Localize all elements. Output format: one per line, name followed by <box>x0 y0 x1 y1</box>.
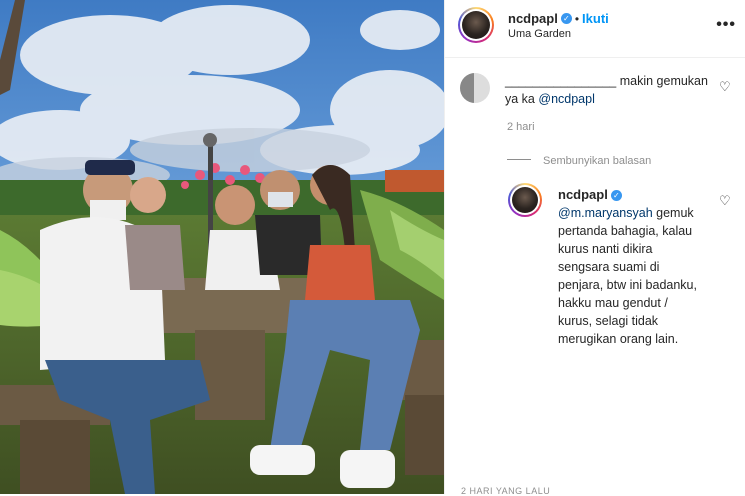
post-timestamp[interactable]: 2 HARI YANG LALU <box>461 486 550 496</box>
post-photo[interactable] <box>0 0 444 494</box>
author-avatar[interactable] <box>458 7 494 43</box>
verified-badge-icon: ✓ <box>610 190 622 202</box>
follow-button[interactable]: Ikuti <box>582 11 609 26</box>
comment-text-part2: ya ka <box>505 92 535 106</box>
reply-text-line5: penjara, btw ini badanku, <box>558 278 697 292</box>
reply-author-username[interactable]: ncdpapl <box>558 187 608 202</box>
reply-author-avatar[interactable] <box>508 183 542 217</box>
post-photo-illustration <box>0 0 444 494</box>
verified-badge-icon: ✓ <box>560 13 572 25</box>
post-side-panel: ncdpapl ✓ • Ikuti Uma Garden ••• __________… <box>444 0 745 496</box>
toggle-line <box>507 159 531 161</box>
post-location[interactable]: Uma Garden <box>508 28 571 40</box>
commenter-username-redacted[interactable]: ________________ <box>505 74 616 88</box>
author-username[interactable]: ncdpapl <box>508 11 558 26</box>
like-comment-icon[interactable]: ♡ <box>719 79 731 95</box>
comment-timestamp[interactable]: 2 hari <box>507 121 535 133</box>
reply-text-line4: sengsara suami di <box>558 260 660 274</box>
more-options-icon[interactable]: ••• <box>716 16 736 34</box>
separator-dot: • <box>574 12 580 26</box>
reply-mention-link[interactable]: @m.maryansyah <box>558 206 653 220</box>
comment-text-part1: makin gemukan <box>619 74 708 88</box>
like-reply-icon[interactable]: ♡ <box>719 193 731 209</box>
reply-text-line3: kurus nanti dikira <box>558 242 653 256</box>
commenter-avatar[interactable] <box>460 73 490 103</box>
reply-text-line7: kurus, selagi tidak <box>558 314 659 328</box>
reply-text-line2: pertanda bahagia, kalau <box>558 224 693 238</box>
hide-replies-toggle[interactable]: Sembunyikan balasan <box>507 151 651 169</box>
hide-replies-label: Sembunyikan balasan <box>543 155 652 167</box>
post-header: ncdpapl ✓ • Ikuti Uma Garden ••• <box>445 0 745 58</box>
reply-text-line1: gemuk <box>656 206 694 220</box>
reply-text-line8: merugikan orang lain. <box>558 332 679 346</box>
reply-text-line6: hakku mau gendut / <box>558 296 668 310</box>
comment-mention-link[interactable]: @ncdpapl <box>538 92 594 106</box>
